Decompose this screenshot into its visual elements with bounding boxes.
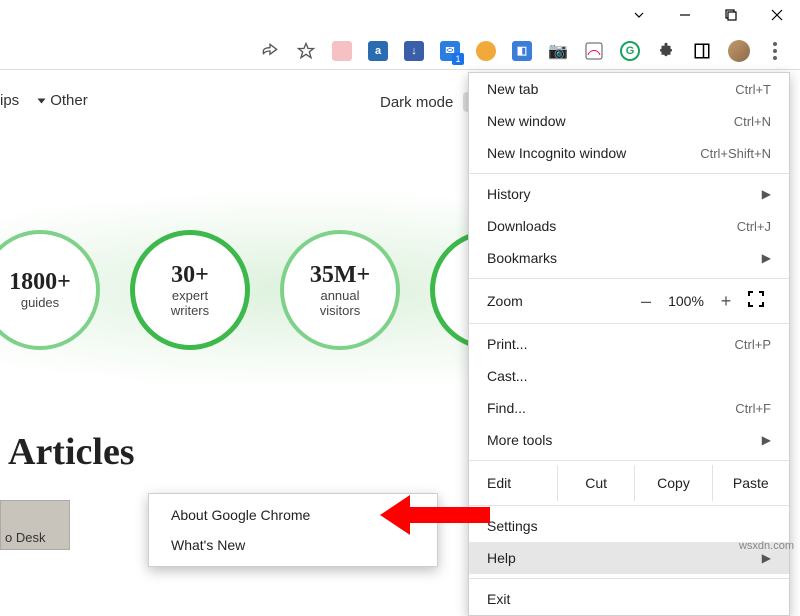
separator — [469, 278, 789, 279]
extension-mail-icon[interactable]: ✉ 1 — [440, 41, 460, 61]
minimize-button[interactable] — [662, 0, 708, 30]
stat-circle: 35M+annual visitors — [280, 230, 400, 350]
separator — [469, 578, 789, 579]
profile-avatar[interactable] — [728, 40, 750, 62]
separator — [469, 323, 789, 324]
red-arrow-annotation — [380, 490, 490, 540]
edit-cut-button[interactable]: Cut — [557, 465, 634, 501]
chevron-right-icon: ▶ — [762, 551, 771, 565]
menu-edit-row: Edit Cut Copy Paste — [469, 465, 789, 501]
extension-download-icon[interactable]: ↓ — [404, 41, 424, 61]
dark-mode-toggle[interactable]: Dark mode — [380, 92, 471, 112]
browser-toolbar: a ↓ ✉ 1 ◧ 📷 G — [0, 32, 800, 70]
extensions-puzzle-icon[interactable] — [656, 41, 676, 61]
kebab-menu-icon[interactable] — [766, 42, 784, 60]
separator — [469, 173, 789, 174]
menu-new-tab[interactable]: New tabCtrl+T — [469, 73, 789, 105]
fullscreen-icon[interactable] — [741, 291, 771, 312]
menu-cast[interactable]: Cast... — [469, 360, 789, 392]
extension-pink-icon[interactable] — [332, 41, 352, 61]
share-icon[interactable] — [260, 41, 280, 61]
extension-camera-icon[interactable]: 📷 — [548, 41, 568, 61]
chrome-menu: New tabCtrl+T New windowCtrl+N New Incog… — [468, 72, 790, 616]
zoom-value: 100% — [661, 293, 711, 309]
extension-rainbow-icon[interactable] — [584, 41, 604, 61]
bookmark-star-icon[interactable] — [296, 41, 316, 61]
watermark: wsxdn.com — [739, 540, 794, 552]
menu-history[interactable]: History▶ — [469, 178, 789, 210]
menu-more-tools[interactable]: More tools▶ — [469, 424, 789, 456]
menu-new-incognito[interactable]: New Incognito windowCtrl+Shift+N — [469, 137, 789, 169]
extension-orange-icon[interactable] — [476, 41, 496, 61]
menu-new-window[interactable]: New windowCtrl+N — [469, 105, 789, 137]
side-panel-icon[interactable] — [692, 41, 712, 61]
chevron-right-icon: ▶ — [762, 433, 771, 447]
badge-count: 1 — [452, 53, 464, 65]
menu-print[interactable]: Print...Ctrl+P — [469, 328, 789, 360]
triangle-icon — [38, 98, 46, 103]
bookmark-tips[interactable]: ips — [0, 92, 19, 109]
chevron-right-icon: ▶ — [762, 187, 771, 201]
close-button[interactable] — [754, 0, 800, 30]
edit-paste-button[interactable]: Paste — [712, 465, 789, 501]
article-thumb[interactable]: o Desk — [0, 500, 70, 550]
menu-find[interactable]: Find...Ctrl+F — [469, 392, 789, 424]
separator — [469, 505, 789, 506]
articles-heading: Articles — [8, 430, 135, 474]
menu-downloads[interactable]: DownloadsCtrl+J — [469, 210, 789, 242]
extension-grammarly-icon[interactable]: G — [620, 41, 640, 61]
zoom-in-button[interactable]: + — [711, 291, 741, 312]
separator — [469, 460, 789, 461]
edit-copy-button[interactable]: Copy — [634, 465, 711, 501]
menu-zoom: Zoom – 100% + — [469, 283, 789, 319]
stat-circle: 1800+guides — [0, 230, 100, 350]
maximize-button[interactable] — [708, 0, 754, 30]
zoom-out-button[interactable]: – — [631, 291, 661, 312]
bookmarks-bar: ips Other — [0, 92, 88, 109]
menu-exit[interactable]: Exit — [469, 583, 789, 615]
extension-amazon-icon[interactable]: a — [368, 41, 388, 61]
menu-settings[interactable]: Settings — [469, 510, 789, 542]
menu-bookmarks[interactable]: Bookmarks▶ — [469, 242, 789, 274]
chevron-down-icon[interactable] — [616, 0, 662, 30]
extension-blue-icon[interactable]: ◧ — [512, 41, 532, 61]
window-controls — [616, 0, 800, 30]
bookmark-other[interactable]: Other — [39, 92, 88, 109]
stat-circle: 30+expert writers — [130, 230, 250, 350]
chevron-right-icon: ▶ — [762, 251, 771, 265]
